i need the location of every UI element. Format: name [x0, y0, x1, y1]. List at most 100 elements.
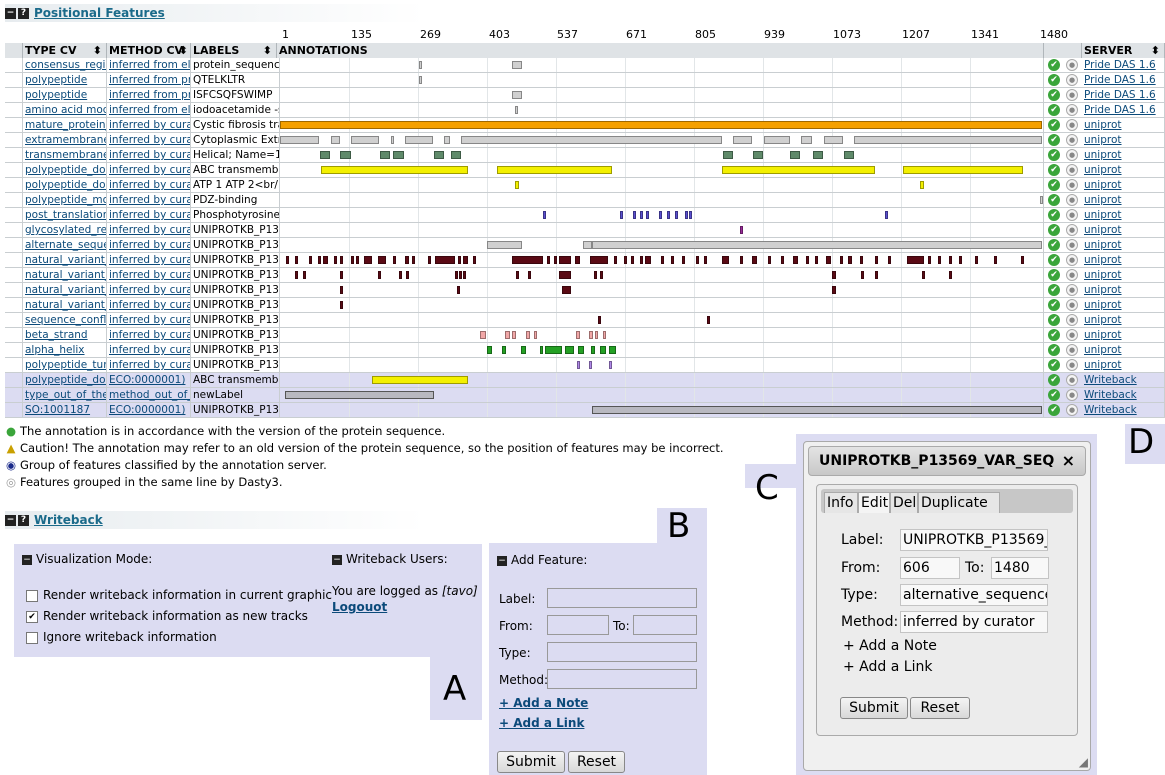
feature-bar[interactable] — [840, 256, 843, 264]
group-dasty-icon[interactable]: ● — [1066, 179, 1078, 191]
feature-bar[interactable] — [320, 151, 330, 159]
feature-bar[interactable] — [512, 61, 522, 69]
group-dasty-icon[interactable]: ● — [1066, 359, 1078, 371]
method-cv-link[interactable]: inferred by curator — [107, 118, 191, 132]
feature-bar[interactable] — [543, 211, 546, 219]
server-link[interactable]: Writeback — [1082, 403, 1165, 417]
feature-bar[interactable] — [309, 256, 312, 264]
feature-bar[interactable] — [521, 346, 526, 354]
feature-bar[interactable] — [378, 271, 381, 279]
feature-bar[interactable] — [497, 166, 612, 174]
feature-bar[interactable] — [631, 256, 634, 264]
tab-duplicate[interactable]: Duplicate — [918, 492, 1000, 513]
feature-bar[interactable] — [764, 136, 790, 144]
feature-bar[interactable] — [434, 151, 444, 159]
add-link-link[interactable]: + Add a Link — [843, 659, 932, 675]
group-dasty-icon[interactable]: ● — [1066, 374, 1078, 386]
feature-bar[interactable] — [768, 256, 771, 264]
type-cv-link[interactable]: alpha_helix — [23, 343, 107, 357]
feature-bar[interactable] — [534, 331, 537, 339]
feature-bar[interactable] — [696, 256, 699, 264]
feature-bar[interactable] — [671, 256, 674, 264]
feature-bar[interactable] — [903, 166, 1023, 174]
method-cv-link[interactable]: ECO:0000001) — [107, 403, 191, 417]
feature-bar[interactable] — [781, 256, 784, 264]
server-link[interactable]: Pride DAS 1.6 — [1082, 103, 1165, 117]
server-link[interactable]: uniprot — [1082, 208, 1165, 222]
to-field[interactable]: 1480 — [991, 557, 1049, 579]
feature-bar[interactable] — [722, 256, 729, 264]
reset-button[interactable]: Reset — [568, 751, 625, 773]
server-link[interactable]: uniprot — [1082, 148, 1165, 162]
group-dasty-icon[interactable]: ● — [1066, 314, 1078, 326]
method-cv-link[interactable]: inferred by curator — [107, 223, 191, 237]
sort-icon[interactable]: ⬍ — [263, 43, 272, 58]
checkbox-ignore[interactable] — [26, 631, 38, 644]
feature-bar[interactable] — [372, 376, 468, 384]
method-cv-link[interactable]: inferred by curator — [107, 163, 191, 177]
reset-button[interactable]: Reset — [910, 697, 970, 719]
feature-bar[interactable] — [391, 136, 394, 144]
feature-bar[interactable] — [624, 256, 627, 264]
feature-bar[interactable] — [578, 346, 584, 354]
feature-bar[interactable] — [295, 256, 298, 264]
method-cv-link[interactable]: inferred by curator — [107, 178, 191, 192]
group-dasty-icon[interactable]: ● — [1066, 104, 1078, 116]
feature-bar[interactable] — [515, 181, 519, 189]
feature-bar[interactable] — [675, 211, 678, 219]
method-cv-link[interactable]: method_out_of_the — [107, 388, 191, 402]
feature-bar[interactable] — [922, 271, 925, 279]
submit-button[interactable]: Submit — [840, 697, 908, 719]
method-cv-link[interactable]: inferred by curator — [107, 253, 191, 267]
col-type-cv[interactable]: TYPE CV ⬍ — [23, 43, 107, 58]
feature-bar[interactable] — [723, 151, 733, 159]
feature-bar[interactable] — [844, 151, 854, 159]
server-link[interactable]: uniprot — [1082, 118, 1165, 132]
method-cv-link[interactable]: inferred by curator — [107, 328, 191, 342]
group-dasty-icon[interactable]: ● — [1066, 269, 1078, 281]
feature-bar[interactable] — [405, 256, 409, 264]
add-note-link[interactable]: + Add a Note — [499, 696, 588, 710]
feature-bar[interactable] — [591, 346, 595, 354]
server-link[interactable]: uniprot — [1082, 238, 1165, 252]
feature-bar[interactable] — [661, 256, 664, 264]
tab-del[interactable]: Del — [890, 492, 918, 513]
feature-bar[interactable] — [640, 211, 643, 219]
feature-bar[interactable] — [459, 271, 462, 279]
feature-bar[interactable] — [885, 211, 888, 219]
positional-features-header[interactable]: − ? Positional Features — [5, 4, 425, 22]
feature-bar[interactable] — [598, 316, 601, 324]
server-link[interactable]: uniprot — [1082, 283, 1165, 297]
group-dasty-icon[interactable]: ● — [1066, 209, 1078, 221]
type-cv-link[interactable]: polypeptide — [23, 88, 107, 102]
feature-bar[interactable] — [848, 256, 852, 264]
feature-bar[interactable] — [590, 256, 608, 264]
feature-bar[interactable] — [813, 151, 823, 159]
feature-bar[interactable] — [419, 61, 422, 69]
feature-bar[interactable] — [280, 121, 1042, 129]
type-cv-link[interactable]: polypeptide_turn — [23, 358, 107, 372]
group-dasty-icon[interactable]: ● — [1066, 389, 1078, 401]
type-cv-link[interactable]: extramembrane_region — [23, 133, 107, 147]
feature-bar[interactable] — [340, 286, 343, 294]
feature-bar[interactable] — [659, 211, 662, 219]
group-dasty-icon[interactable]: ● — [1066, 119, 1078, 131]
feature-bar[interactable] — [512, 91, 522, 99]
feature-bar[interactable] — [463, 256, 468, 264]
feature-bar[interactable] — [380, 151, 390, 159]
feature-bar[interactable] — [640, 256, 643, 264]
feature-bar[interactable] — [949, 271, 952, 279]
group-dasty-icon[interactable]: ● — [1066, 284, 1078, 296]
method-cv-link[interactable]: inferred from protein — [107, 73, 191, 87]
feature-bar[interactable] — [603, 331, 606, 339]
feature-bar[interactable] — [959, 256, 962, 264]
method-cv-link[interactable]: inferred by curator — [107, 298, 191, 312]
method-cv-link[interactable]: inferred by curator — [107, 238, 191, 252]
feature-bar[interactable] — [340, 271, 343, 279]
feature-bar[interactable] — [620, 211, 623, 219]
type-cv-link[interactable]: SO:1001187 — [23, 403, 107, 417]
server-link[interactable]: uniprot — [1082, 268, 1165, 282]
feature-bar[interactable] — [740, 226, 743, 234]
feature-bar[interactable] — [334, 256, 337, 264]
feature-bar[interactable] — [689, 211, 692, 219]
